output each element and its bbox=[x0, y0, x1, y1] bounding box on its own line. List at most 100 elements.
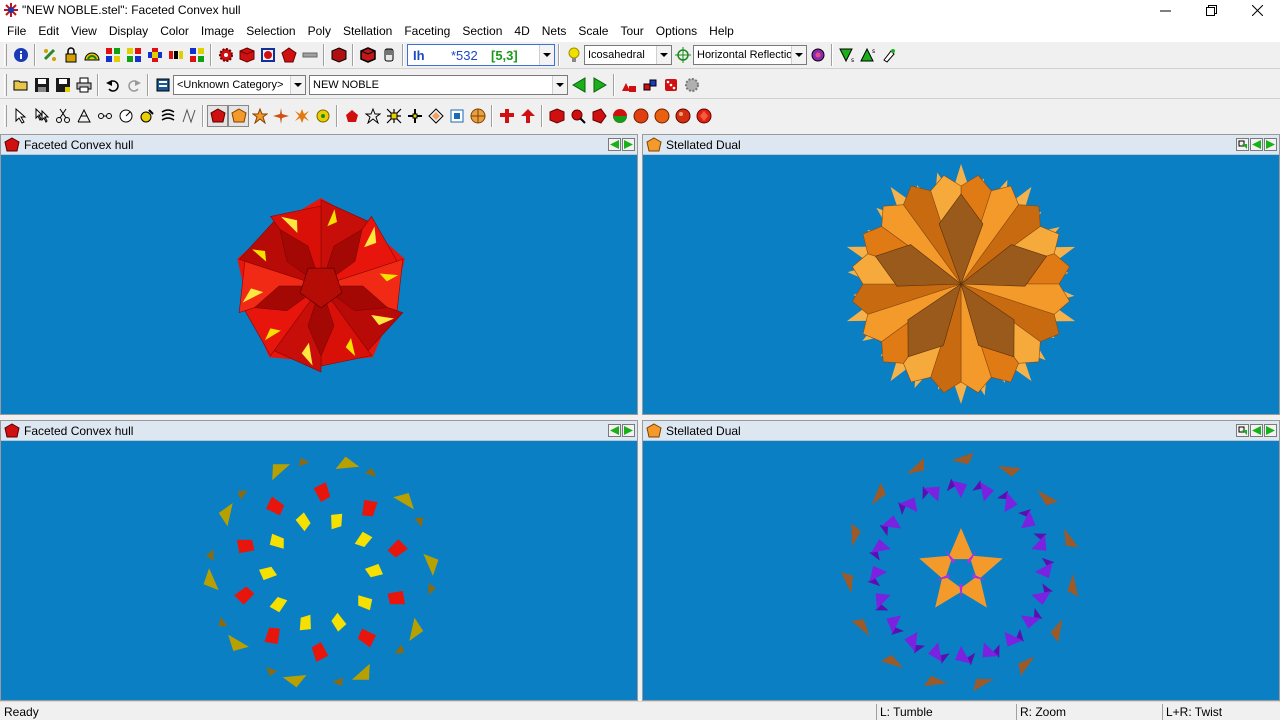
solid-box-button[interactable] bbox=[357, 44, 378, 66]
close-button[interactable] bbox=[1234, 0, 1280, 21]
toolbar-grip[interactable] bbox=[4, 44, 7, 66]
swap-icon[interactable] bbox=[1236, 424, 1249, 437]
menu-options[interactable]: Options bbox=[650, 21, 703, 41]
dial-button[interactable] bbox=[115, 105, 136, 127]
cubes-button[interactable] bbox=[639, 74, 660, 96]
star-outline-button[interactable] bbox=[362, 105, 383, 127]
symmetry-family-select[interactable]: Icosahedral bbox=[584, 45, 672, 65]
arrow-left-icon[interactable] bbox=[608, 424, 621, 437]
grid-color-alt-button[interactable] bbox=[123, 44, 144, 66]
menu-nets[interactable]: Nets bbox=[536, 21, 573, 41]
arrow-right-icon[interactable] bbox=[1264, 138, 1277, 151]
minimize-button[interactable] bbox=[1142, 0, 1188, 21]
magnify-button[interactable] bbox=[567, 105, 588, 127]
dice-button[interactable] bbox=[660, 74, 681, 96]
burst-button[interactable] bbox=[270, 105, 291, 127]
reflection-mode-select[interactable]: Horizontal Reflection bbox=[693, 45, 807, 65]
arrow-right-icon[interactable] bbox=[622, 424, 635, 437]
chevron-down-icon[interactable] bbox=[552, 75, 567, 94]
menu-stellation[interactable]: Stellation bbox=[337, 21, 398, 41]
save-button[interactable] bbox=[31, 74, 52, 96]
chevron-down-icon[interactable] bbox=[656, 46, 671, 64]
swap-icon[interactable] bbox=[1236, 138, 1249, 151]
menu-4d[interactable]: 4D bbox=[508, 21, 535, 41]
info-button[interactable] bbox=[10, 44, 31, 66]
scissors-button[interactable] bbox=[52, 105, 73, 127]
viewport-dual-bottom[interactable]: Stellated Dual bbox=[642, 420, 1280, 701]
chevron-down-icon[interactable] bbox=[539, 45, 554, 65]
category-button[interactable] bbox=[152, 74, 173, 96]
cube-view-button[interactable] bbox=[546, 105, 567, 127]
ball-red-button[interactable] bbox=[630, 105, 651, 127]
lattice-button[interactable] bbox=[383, 105, 404, 127]
viewport-dual-top[interactable]: Stellated Dual bbox=[642, 134, 1280, 415]
menu-help[interactable]: Help bbox=[703, 21, 740, 41]
pentagon-button[interactable] bbox=[341, 105, 362, 127]
dome-button[interactable] bbox=[81, 44, 102, 66]
viewport-faceted-top[interactable]: Faceted Convex hull bbox=[0, 134, 638, 415]
menu-scale[interactable]: Scale bbox=[572, 21, 614, 41]
bar-grey-button[interactable] bbox=[299, 44, 320, 66]
menu-image[interactable]: Image bbox=[195, 21, 240, 41]
triangle-up-button[interactable]: s bbox=[857, 44, 878, 66]
burst-alt-button[interactable] bbox=[291, 105, 312, 127]
menu-faceting[interactable]: Faceting bbox=[398, 21, 456, 41]
ball-green-button[interactable] bbox=[609, 105, 630, 127]
open-button[interactable] bbox=[10, 74, 31, 96]
star-orange-button[interactable] bbox=[249, 105, 270, 127]
bulb-button[interactable] bbox=[563, 44, 584, 66]
restore-button[interactable] bbox=[1188, 0, 1234, 21]
model-name-select[interactable]: NEW NOBLE bbox=[309, 74, 568, 95]
multi-select-button[interactable] bbox=[31, 105, 52, 127]
cage-button[interactable] bbox=[257, 44, 278, 66]
lock-button[interactable] bbox=[60, 44, 81, 66]
arrow-left-icon[interactable] bbox=[1250, 424, 1263, 437]
stripes-button[interactable] bbox=[157, 105, 178, 127]
link-button[interactable] bbox=[39, 44, 60, 66]
solid-red-view-button[interactable] bbox=[207, 105, 228, 127]
arrow-right-icon[interactable] bbox=[1264, 424, 1277, 437]
sphere-button[interactable] bbox=[807, 44, 828, 66]
diamond-button[interactable] bbox=[425, 105, 446, 127]
redo-button[interactable] bbox=[123, 74, 144, 96]
menu-display[interactable]: Display bbox=[103, 21, 154, 41]
chevron-down-icon[interactable] bbox=[290, 75, 305, 94]
menu-file[interactable]: File bbox=[1, 21, 32, 41]
ball-orange-button[interactable] bbox=[651, 105, 672, 127]
cross-color-button[interactable] bbox=[144, 44, 165, 66]
shapes-button[interactable] bbox=[618, 74, 639, 96]
toolbar-grip[interactable] bbox=[4, 73, 7, 96]
dual-button[interactable] bbox=[878, 44, 899, 66]
next-model-button[interactable] bbox=[589, 74, 610, 96]
arrow-right-icon[interactable] bbox=[622, 138, 635, 151]
crosshair-button[interactable] bbox=[672, 44, 693, 66]
stellation-diagram-view[interactable] bbox=[643, 442, 1279, 700]
print-button[interactable] bbox=[73, 74, 94, 96]
solid-orange-view-button[interactable] bbox=[228, 105, 249, 127]
arrow-left-icon[interactable] bbox=[1250, 138, 1263, 151]
gem-button[interactable] bbox=[693, 105, 714, 127]
menu-poly[interactable]: Poly bbox=[302, 21, 337, 41]
symmetry-group-select[interactable]: Ih *532 [5,3] bbox=[407, 44, 555, 66]
node-button[interactable] bbox=[94, 105, 115, 127]
menu-section[interactable]: Section bbox=[456, 21, 508, 41]
menu-edit[interactable]: Edit bbox=[32, 21, 65, 41]
polyhedron-view[interactable] bbox=[1, 156, 637, 414]
menu-tour[interactable]: Tour bbox=[614, 21, 649, 41]
viewport-faceted-bottom[interactable]: Faceted Convex hull bbox=[0, 420, 638, 701]
globe-button[interactable] bbox=[467, 105, 488, 127]
arrow-up-red-button[interactable] bbox=[517, 105, 538, 127]
triangle-down-button[interactable]: s bbox=[836, 44, 857, 66]
cube-red-button[interactable] bbox=[236, 44, 257, 66]
gear-red-button[interactable] bbox=[215, 44, 236, 66]
gear-grey-button[interactable] bbox=[681, 74, 702, 96]
hand-button[interactable] bbox=[378, 44, 399, 66]
angle-button[interactable] bbox=[73, 105, 94, 127]
box-button[interactable] bbox=[328, 44, 349, 66]
toolbar-grip[interactable] bbox=[4, 105, 7, 127]
poly-red-button[interactable] bbox=[588, 105, 609, 127]
pentagon-red-button[interactable] bbox=[278, 44, 299, 66]
sun-button[interactable] bbox=[312, 105, 333, 127]
category-select[interactable]: <Unknown Category> bbox=[173, 74, 306, 95]
menu-view[interactable]: View bbox=[65, 21, 103, 41]
